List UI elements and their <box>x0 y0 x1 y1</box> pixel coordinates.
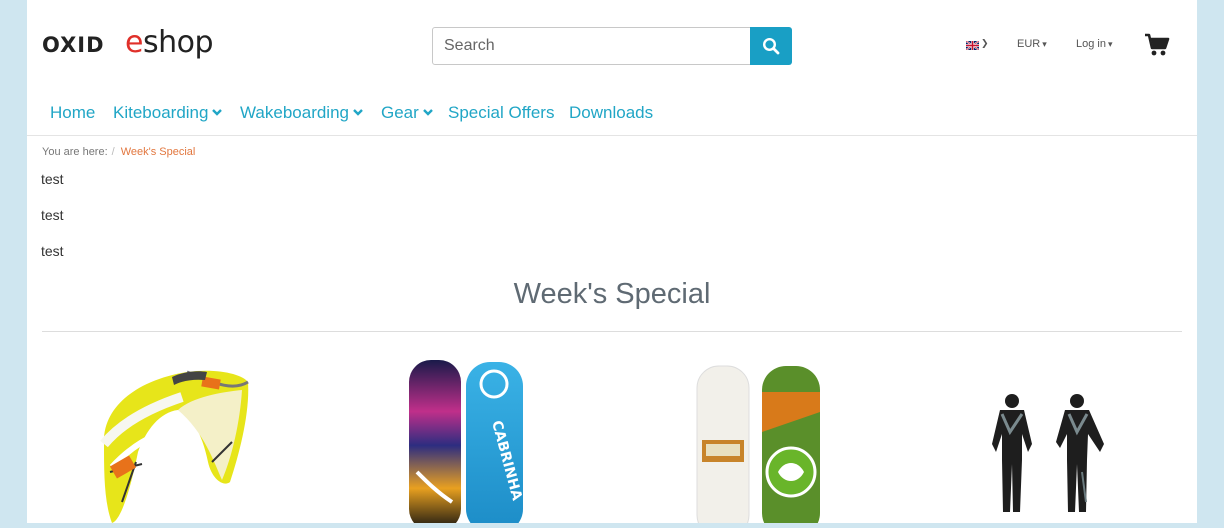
chevron-down-icon: ▾ <box>1107 39 1113 49</box>
breadcrumb: You are here: / Week's Special <box>42 146 195 158</box>
product-image-wetsuit[interactable] <box>982 352 1122 523</box>
page-title: Week's Special <box>513 278 711 310</box>
nav-special-offers[interactable]: Special Offers <box>448 103 554 123</box>
login-label: Log in <box>1076 38 1106 50</box>
breadcrumb-separator: / <box>111 146 115 158</box>
chevron-down-icon: ❯ <box>981 38 989 48</box>
nav-home[interactable]: Home <box>50 103 95 123</box>
kite-image <box>100 370 249 523</box>
wakeboard-image <box>696 365 820 528</box>
login-menu[interactable]: Log in ▾ <box>1076 38 1113 50</box>
shopping-cart-icon <box>1145 33 1170 56</box>
product-image-wakeboard-cabrinha[interactable]: CABRINHA <box>402 352 537 528</box>
wakeboard-image: CABRINHA <box>409 360 525 528</box>
logo-eshop-text: eshop <box>125 25 214 60</box>
cart-button[interactable] <box>1144 33 1170 62</box>
content-text-line: test <box>41 207 64 223</box>
chevron-down-icon <box>422 109 433 116</box>
currency-label: EUR <box>1017 38 1041 50</box>
chevron-down-icon <box>353 109 363 116</box>
logo-oxid-text: OXID <box>42 33 105 57</box>
breadcrumb-prefix: You are here: <box>42 146 108 158</box>
search-icon <box>762 37 780 55</box>
nav-gear[interactable]: Gear <box>381 103 433 123</box>
chevron-down-icon: ▾ <box>1042 39 1047 49</box>
breadcrumb-current[interactable]: Week's Special <box>121 146 196 158</box>
search-button[interactable] <box>750 27 792 65</box>
chevron-down-icon <box>212 109 223 116</box>
nav-wakeboarding[interactable]: Wakeboarding <box>240 103 363 123</box>
uk-flag-icon <box>966 41 979 50</box>
content-text-line: test <box>41 243 64 259</box>
wetsuit-image <box>992 394 1104 512</box>
title-divider <box>42 331 1182 332</box>
currency-selector[interactable]: EUR ▾ <box>1017 38 1047 50</box>
product-image-wakeboard-liquid[interactable] <box>692 352 827 528</box>
search-form <box>432 27 792 65</box>
nav-downloads[interactable]: Downloads <box>569 103 653 123</box>
nav-kiteboarding[interactable]: Kiteboarding <box>113 103 223 123</box>
search-input[interactable] <box>432 27 751 65</box>
nav-divider <box>27 135 1197 136</box>
product-image-kite[interactable] <box>82 352 262 523</box>
page: OXID eshop ❯ EUR▾ Log in▾ <box>27 0 1197 528</box>
content-text-line: test <box>41 171 64 187</box>
